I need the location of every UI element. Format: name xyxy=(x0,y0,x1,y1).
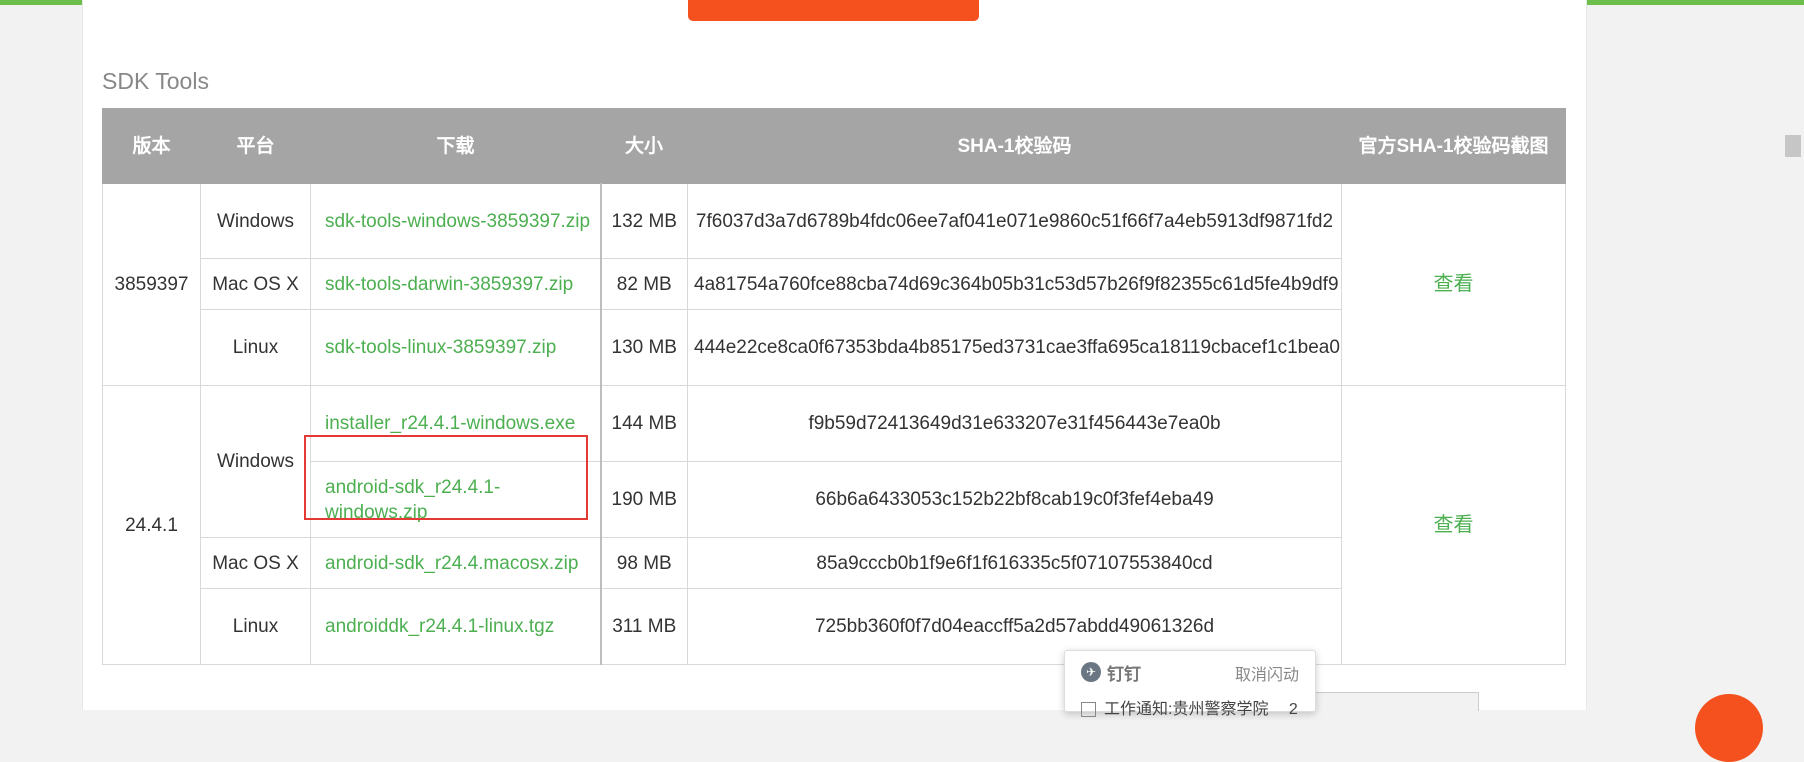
download-link[interactable]: android-sdk_r24.4.1-windows.zip xyxy=(325,477,500,523)
size-cell: 132 MB xyxy=(599,183,688,259)
download-cell: sdk-tools-darwin-3859397.zip xyxy=(310,258,601,310)
download-link[interactable]: sdk-tools-windows-3859397.zip xyxy=(325,211,590,232)
table-header-row: 版本 平台 下载 大小 SHA-1校验码 官方SHA-1校验码截图 xyxy=(102,108,1566,184)
dingtalk-notification[interactable]: ✈ 钉钉 取消闪动 工作通知:贵州警察学院 2 xyxy=(1064,650,1316,718)
version-cell: 3859397 xyxy=(102,183,201,386)
download-link[interactable]: sdk-tools-darwin-3859397.zip xyxy=(325,274,573,295)
header-sha1-screenshot: 官方SHA-1校验码截图 xyxy=(1341,108,1566,184)
scrollbar-thumb[interactable] xyxy=(1785,135,1801,157)
sha1-cell: 4a81754a760fce88cba74d69c364b05b31c53d57… xyxy=(687,258,1342,310)
download-cell: android-sdk_r24.4.1-windows.zip xyxy=(310,461,601,538)
notification-backdrop xyxy=(1310,692,1479,711)
version-cell: 24.4.1 xyxy=(102,385,201,665)
sha1-cell: 66b6a6433053c152b22bf8cab19c0f3fef4eba49 xyxy=(687,461,1342,538)
header-size: 大小 xyxy=(600,108,688,184)
download-cell: android-sdk_r24.4.macosx.zip xyxy=(310,537,601,589)
notification-message[interactable]: 工作通知:贵州警察学院 2 xyxy=(1081,695,1298,719)
size-cell: 311 MB xyxy=(599,588,688,665)
view-link[interactable]: 查看 xyxy=(1434,273,1474,295)
cancel-flash-button[interactable]: 取消闪动 xyxy=(1235,661,1299,685)
size-cell: 190 MB xyxy=(599,461,688,538)
view-link[interactable]: 查看 xyxy=(1434,514,1474,536)
download-cell: installer_r24.4.1-windows.exe xyxy=(310,385,601,462)
size-cell: 98 MB xyxy=(599,537,688,589)
download-cell: sdk-tools-windows-3859397.zip xyxy=(310,183,601,259)
table-row: 3859397 Windows sdk-tools-windows-385939… xyxy=(102,183,1566,386)
download-cell: androiddk_r24.4.1-linux.tgz xyxy=(310,588,601,665)
platform-cell: Mac OS X xyxy=(200,258,311,310)
sha1-cell: 444e22ce8ca0f67353bda4b85175ed3731cae3ff… xyxy=(687,309,1342,386)
section-title: SDK Tools xyxy=(102,68,209,94)
header-version: 版本 xyxy=(102,108,201,184)
table-row: 24.4.1 Windows installer_r24.4.1-windows… xyxy=(102,385,1566,665)
download-link[interactable]: installer_r24.4.1-windows.exe xyxy=(325,413,575,434)
size-cell: 144 MB xyxy=(599,385,688,462)
sha1-cell: f9b59d72413649d31e633207e31f456443e7ea0b xyxy=(687,385,1342,462)
notification-app-name: 钉钉 xyxy=(1107,665,1141,684)
platform-cell: Mac OS X xyxy=(200,537,311,589)
view-cell: 查看 xyxy=(1341,183,1566,386)
header-sha1: SHA-1校验码 xyxy=(687,108,1342,184)
download-link[interactable]: android-sdk_r24.4.macosx.zip xyxy=(325,553,578,574)
platform-cell: Linux xyxy=(200,588,311,665)
size-cell: 82 MB xyxy=(599,258,688,310)
download-link[interactable]: sdk-tools-linux-3859397.zip xyxy=(325,337,556,358)
download-button[interactable] xyxy=(688,0,979,21)
floating-action-button[interactable] xyxy=(1695,694,1763,762)
platform-cell: Windows xyxy=(200,183,311,259)
sha1-cell: 85a9cccb0b1f9e6f1f616335c5f07107553840cd xyxy=(687,537,1342,589)
download-link[interactable]: androiddk_r24.4.1-linux.tgz xyxy=(325,616,554,637)
download-cell: sdk-tools-linux-3859397.zip xyxy=(310,309,601,386)
sha1-cell: 7f6037d3a7d6789b4fdc06ee7af041e071e9860c… xyxy=(687,183,1342,259)
dingtalk-logo-icon: ✈ xyxy=(1081,662,1101,682)
header-platform: 平台 xyxy=(200,108,311,184)
size-cell: 130 MB xyxy=(599,309,688,386)
sdk-tools-table: 版本 平台 下载 大小 SHA-1校验码 官方SHA-1校验码截图 385939… xyxy=(102,108,1566,665)
platform-cell: Linux xyxy=(200,309,311,386)
header-download: 下载 xyxy=(310,108,601,184)
view-cell: 查看 xyxy=(1341,385,1566,665)
platform-cell: Windows xyxy=(200,385,311,538)
